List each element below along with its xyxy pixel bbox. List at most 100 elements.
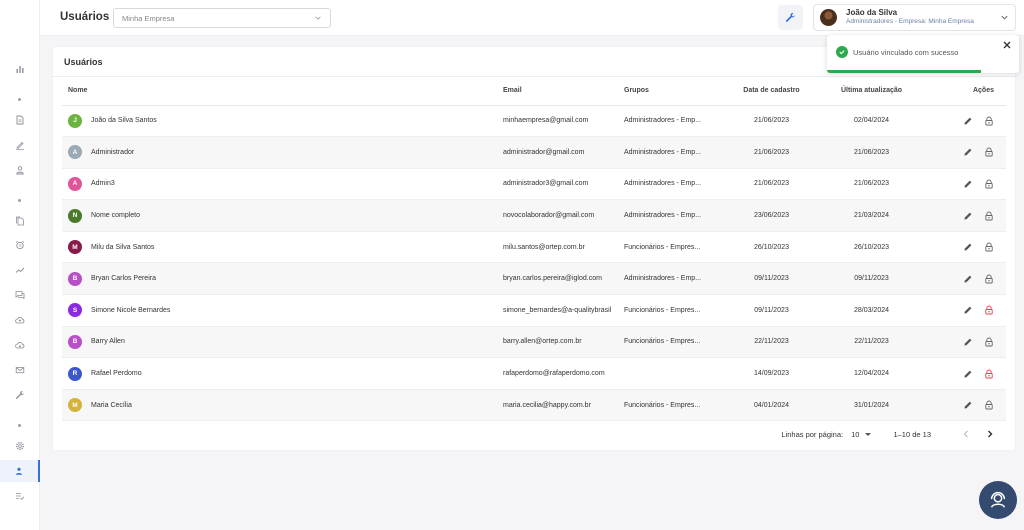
cell-group: Administradores - Emp... [618,105,720,138]
table-row[interactable]: J João da Silva Santos minhaempresa@gmai… [62,105,1006,138]
edit-icon[interactable] [963,179,973,189]
company-select[interactable]: Minha Empresa [113,8,331,28]
user-name-text: Rafael Perdomo [91,370,142,378]
lock-icon[interactable] [984,274,994,284]
edit-icon[interactable] [963,242,973,252]
cell-email: maria.cecilia@happy.com.br [497,389,618,422]
table-row[interactable]: A Admin3 administrador3@gmail.com Admini… [62,168,1006,201]
table-row[interactable]: A Administrador administrador@gmail.com … [62,136,1006,169]
column-header-grupos[interactable]: Grupos [618,77,720,106]
lock-icon[interactable] [984,337,994,347]
sidebar-item-tools[interactable] [0,384,40,406]
cell-email: milu.santos@ortep.com.br [497,231,618,264]
cell-updated: 28/03/2024 [823,294,920,327]
sidebar-item-dashboard[interactable] [0,58,40,80]
user-name-text: Bryan Carlos Pereira [91,275,156,283]
user-menu[interactable]: João da Silva Administradores - Empresa:… [813,4,1016,31]
table-row[interactable]: M Maria Cecília maria.cecilia@happy.com.… [62,389,1006,422]
edit-icon[interactable] [963,116,973,126]
sidebar-item-users[interactable] [0,460,40,482]
cell-created: 21/06/2023 [720,136,823,169]
users-icon [15,467,23,475]
cell-email: administrador@gmail.com [497,136,618,169]
toast-progress-bar [827,70,981,73]
sidebar-item-settings[interactable] [0,435,40,457]
lock-icon[interactable] [984,147,994,157]
lock-icon[interactable] [984,242,994,252]
cell-group: Funcionários - Empres... [618,389,720,422]
lock-icon[interactable] [984,116,994,126]
cell-group: Funcionários - Empres... [618,326,720,359]
column-header-atualizacao[interactable]: Última atualização [823,77,920,106]
sidebar-item-signature[interactable] [0,134,40,156]
lock-icon[interactable] [984,179,994,189]
rows-per-page-select[interactable]: 10 [851,429,872,439]
user-name-text: Milu da Silva Santos [91,243,155,251]
cell-name: M Maria Cecília [62,389,497,422]
edit-icon[interactable] [963,211,973,221]
table-row[interactable]: N Nome completo novocolaborador@gmail.co… [62,199,1006,232]
help-button[interactable] [979,481,1017,519]
user-name-text: João da Silva Santos [91,117,157,125]
cell-name: N Nome completo [62,199,497,232]
table-row[interactable]: M Milu da Silva Santos milu.santos@ortep… [62,231,1006,264]
cell-updated: 21/03/2024 [823,199,920,232]
cell-name: S Simone Nicole Bernardes [62,294,497,327]
user-initial-avatar: B [68,334,82,349]
sidebar-item-upload[interactable] [0,309,40,331]
chevron-down-icon [1001,15,1008,20]
lock-icon[interactable] [984,211,994,221]
edit-icon[interactable] [963,337,973,347]
table-row[interactable]: B Barry Allen barry.allen@ortep.com.br F… [62,326,1006,359]
chevron-right-icon [988,430,993,438]
cell-updated: 21/06/2023 [823,168,920,201]
sidebar-item-profile[interactable] [0,159,40,181]
edit-icon[interactable] [963,274,973,284]
sidebar-item-documents[interactable] [0,109,40,131]
user-initial-avatar: N [68,208,82,223]
user-name-text: Admin3 [91,180,115,188]
sidebar-item-reports[interactable] [0,259,40,281]
next-page-button[interactable] [983,427,997,441]
column-header-nome[interactable]: Nome [62,77,497,106]
table-row[interactable]: R Rafael Perdomo rafaperdomo@rafaperdomo… [62,357,1006,390]
user-initial-avatar: J [68,113,82,128]
edit-icon[interactable] [963,369,973,379]
column-header-email[interactable]: Email [497,77,618,106]
sidebar-item-download[interactable] [0,334,40,356]
table-row[interactable]: S Simone Nicole Bernardes simone_bernard… [62,294,1006,327]
cell-group: Administradores - Emp... [618,168,720,201]
close-icon[interactable] [1003,41,1011,49]
cell-group: Administradores - Emp... [618,262,720,296]
user-role: Administradores - Empresa: Minha Empresa [846,18,974,26]
cell-name: A Admin3 [62,168,497,201]
column-header-cadastro[interactable]: Data de cadastro [720,77,823,106]
edit-icon[interactable] [963,305,973,315]
sidebar-item-checklist[interactable] [0,485,40,507]
edit-icon[interactable] [963,147,973,157]
chevron-down-icon [315,16,321,20]
tools-button[interactable] [778,5,803,30]
sidebar-divider-dot [18,199,21,202]
table-row[interactable]: B Bryan Carlos Pereira bryan.carlos.pere… [62,262,1006,296]
lock-icon[interactable] [984,369,994,379]
lock-icon[interactable] [984,400,994,410]
user-name-text: Maria Cecília [91,401,132,409]
rows-per-page-value: 10 [851,429,860,439]
cell-name: J João da Silva Santos [62,105,497,138]
sidebar-item-mail[interactable] [0,359,40,381]
lock-icon[interactable] [984,305,994,315]
cell-group [618,357,720,390]
sidebar-item-files[interactable] [0,210,40,232]
checklist-icon [16,493,25,500]
sidebar-item-alarms[interactable] [0,234,40,256]
caret-down-icon [865,432,872,436]
cell-email: bryan.carlos.pereira@iglod.com [497,262,618,296]
cell-created: 22/11/2023 [720,326,823,359]
document-icon [16,115,24,125]
edit-icon[interactable] [963,400,973,410]
cell-updated: 26/10/2023 [823,231,920,264]
sidebar-item-messages[interactable] [0,284,40,306]
previous-page-button[interactable] [959,427,973,441]
user-name-text: Nome completo [91,212,141,220]
